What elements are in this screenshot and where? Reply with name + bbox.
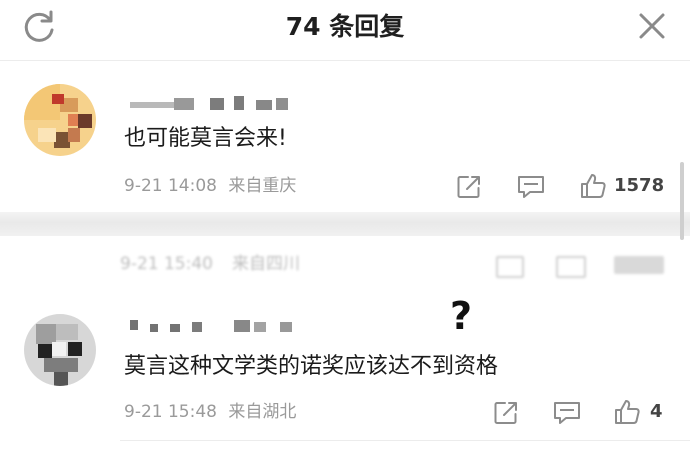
section-separator xyxy=(0,212,690,236)
share-icon[interactable] xyxy=(496,256,524,278)
header-divider xyxy=(0,60,690,61)
like-icon[interactable] xyxy=(578,171,608,201)
comment-date: 9-21 15:48 xyxy=(124,402,217,422)
comment-item: 莫言这种文学类的诺奖应该达不到资格 9-21 15:48 来自湖北 4 xyxy=(0,298,690,440)
comment-item: 也可能莫言会来! 9-21 14:08 来自重庆 1578 xyxy=(0,62,690,212)
question-mark-annotation: ? xyxy=(450,294,473,338)
like-count: 4 xyxy=(650,401,663,422)
comment-text: 莫言这种文学类的诺奖应该达不到资格 xyxy=(124,354,499,379)
share-icon[interactable] xyxy=(492,399,520,427)
comment-location: 来自四川 xyxy=(232,254,300,274)
comment-icon[interactable] xyxy=(552,399,582,427)
scrollbar[interactable] xyxy=(680,162,684,240)
comment-meta: 9-21 15:48 来自湖北 xyxy=(124,400,296,424)
comment-text: 也可能莫言会来! xyxy=(124,126,287,151)
reply-panel-header: 74 条回复 xyxy=(0,0,690,56)
comment-date: 9-21 15:40 xyxy=(120,254,213,274)
like-count: 1578 xyxy=(614,175,665,196)
comment-icon[interactable] xyxy=(516,173,546,201)
comment-location: 来自湖北 xyxy=(228,402,297,422)
avatar[interactable] xyxy=(24,314,96,386)
comment-meta: 9-21 14:08 来自重庆 xyxy=(124,174,296,198)
username[interactable] xyxy=(130,96,300,112)
close-icon[interactable] xyxy=(634,8,670,44)
avatar[interactable] xyxy=(24,84,96,156)
share-icon[interactable] xyxy=(455,173,483,201)
comment-location: 来自重庆 xyxy=(228,176,297,196)
username[interactable] xyxy=(130,318,300,334)
like-icon[interactable] xyxy=(614,256,664,274)
hidden-comment-meta: 9-21 15:40 来自四川 xyxy=(110,246,680,278)
comment-icon[interactable] xyxy=(556,256,586,278)
comment-date: 9-21 14:08 xyxy=(124,176,217,196)
like-icon[interactable] xyxy=(612,397,642,427)
reply-count-title: 74 条回复 xyxy=(285,12,405,41)
list-divider xyxy=(120,440,690,441)
